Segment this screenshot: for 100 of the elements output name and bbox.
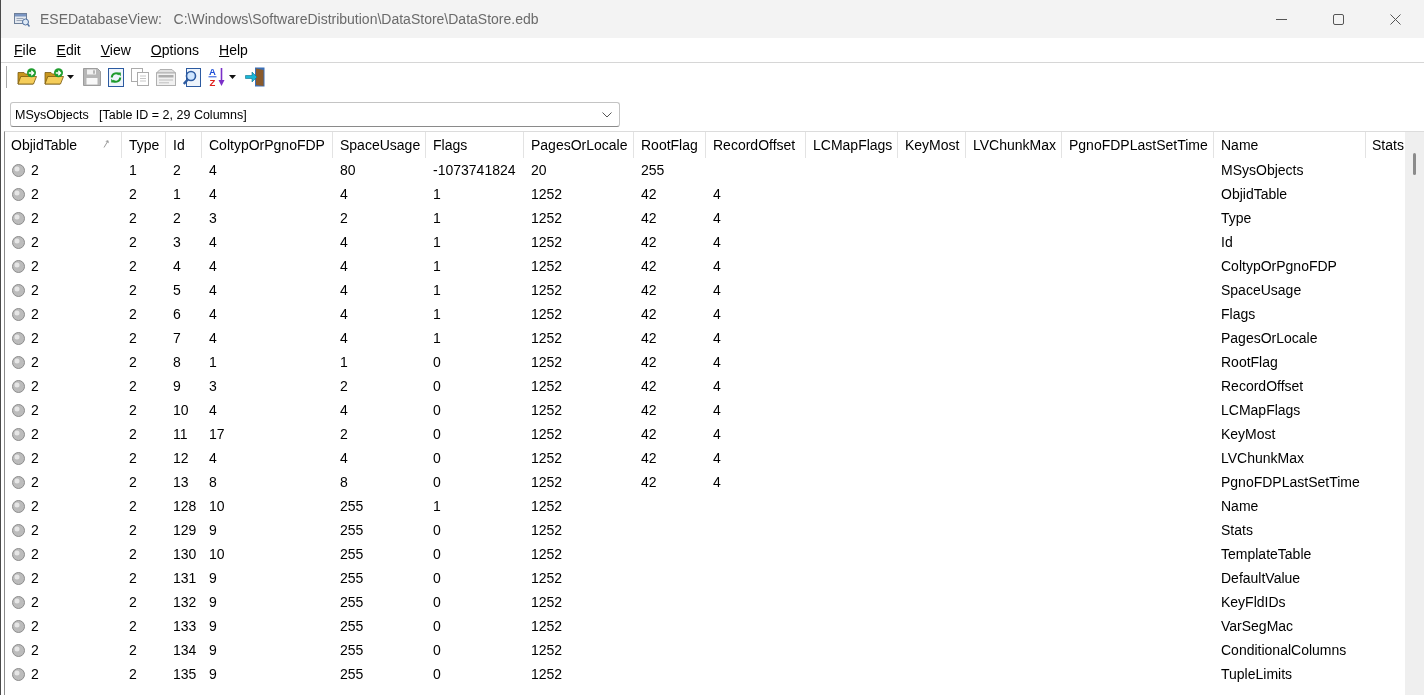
menu-item[interactable]: View	[90, 39, 141, 61]
column-header[interactable]: Stats	[1366, 132, 1405, 158]
table-cell-text: 2	[339, 377, 349, 396]
table-cell-text: 1	[432, 257, 442, 276]
scrollbar[interactable]	[1405, 132, 1424, 695]
maximize-icon	[1333, 13, 1344, 25]
table-cell-text: 2	[128, 569, 138, 588]
table-cell-text: 42	[640, 209, 658, 228]
column-header[interactable]: RecordOffset	[706, 132, 806, 158]
column-header[interactable]: Flags	[426, 132, 524, 158]
table-cell-text: 4	[339, 281, 349, 300]
minimize-icon	[1276, 18, 1287, 20]
menu-item[interactable]: Options	[140, 39, 210, 61]
table-cell-text: 0	[432, 641, 442, 660]
column-header[interactable]: LVChunkMax	[966, 132, 1062, 158]
table-cell-text: 6	[172, 305, 182, 324]
table-cell-text: 42	[640, 257, 658, 276]
card-icon	[156, 68, 176, 86]
column-header[interactable]: PgnoFDPLastSetTime	[1062, 132, 1214, 158]
table-cell-text: 0	[432, 569, 442, 588]
menu-item[interactable]: File	[4, 39, 47, 61]
column-header[interactable]: PagesOrLocale	[524, 132, 634, 158]
table-cell-text: 2	[128, 185, 138, 204]
table-cell-text: 2	[31, 593, 39, 612]
record-icon	[12, 331, 25, 345]
app-icon	[14, 11, 30, 27]
sort-arrow-icon	[103, 140, 109, 148]
column-header[interactable]: LCMapFlags	[806, 132, 898, 158]
chevron-icon	[602, 111, 612, 118]
table-cell-text: 2	[128, 617, 138, 636]
table-cell-text: 8	[172, 353, 182, 372]
column-header[interactable]: Type	[122, 132, 166, 158]
table-cell-text: 42	[640, 425, 658, 444]
folder-icon	[44, 68, 64, 86]
table-cell-text: 2	[31, 425, 39, 444]
table-cell-text: 2	[31, 641, 39, 660]
table-cell-text: 4	[208, 281, 218, 300]
caret-icon	[67, 75, 74, 79]
table-cell-text: 4	[208, 233, 218, 252]
table-cell-text: 255	[339, 569, 365, 588]
table-cell-text: 2	[128, 425, 138, 444]
table-cell-text: KeyFldIDs	[1220, 593, 1287, 612]
table-cell-text: 135	[172, 665, 198, 684]
table-cell-text: 42	[640, 281, 658, 300]
table-cell-text: 1252	[530, 497, 564, 516]
table-cell-text: 4	[172, 257, 182, 276]
table-cell-text: 2	[31, 545, 39, 564]
column-header[interactable]: Name	[1214, 132, 1366, 158]
table-cell-text: 2	[31, 281, 39, 300]
table-cell-text: 20	[530, 161, 548, 180]
table-cell-text: 4	[712, 473, 722, 492]
table-cell-text: Id	[1220, 233, 1234, 252]
table-cell-text: 2	[128, 329, 138, 348]
menu-item[interactable]: Edit	[46, 39, 91, 61]
column-header[interactable]: KeyMost	[898, 132, 966, 158]
record-icon	[12, 187, 25, 201]
table-cell-text: 2	[128, 593, 138, 612]
column-header[interactable]: ColtypOrPgnoFDP	[202, 132, 333, 158]
table-select[interactable]: MSysObjects [Table ID = 2, 29 Columns]	[10, 102, 620, 127]
table-cell-text: 2	[31, 305, 39, 324]
table-cell-text: 0	[432, 353, 442, 372]
table-cell-text: 255	[339, 617, 365, 636]
column-header[interactable]: ObjidTable	[5, 132, 122, 158]
table-cell-text: 1252	[530, 473, 564, 492]
table-cell-text: 2	[128, 545, 138, 564]
table-cell-text: 9	[172, 377, 182, 396]
table-cell-text: 2	[128, 305, 138, 324]
column-header[interactable]: SpaceUsage	[333, 132, 426, 158]
table-cell-text: 255	[339, 593, 365, 612]
table-cell-text: 1	[339, 353, 349, 372]
table-cell-text: 1252	[530, 305, 564, 324]
table-cell-text: 1252	[530, 521, 564, 540]
table-cell-text: 2	[31, 161, 39, 180]
toolbar-button[interactable]: A Z	[205, 64, 241, 90]
table-cell-text: LCMapFlags	[1220, 401, 1302, 420]
column-header[interactable]: RootFlag	[634, 132, 706, 158]
table-cell-text: 42	[640, 329, 658, 348]
table-cell-text: 2	[31, 257, 39, 276]
table-cell-text: -1073741824	[432, 161, 517, 180]
table-cell-text: 0	[432, 401, 442, 420]
table-cell-text: 2	[172, 209, 182, 228]
table-cell-text: ConditionalColumns	[1220, 641, 1348, 660]
table-cell-text: 2	[128, 377, 138, 396]
table-cell-text: 2	[128, 233, 138, 252]
table-cell-text: 4	[339, 329, 349, 348]
table-cell-text: 2	[128, 281, 138, 300]
scrollbar-thumb[interactable]	[1413, 153, 1416, 175]
table-cell-text: 128	[172, 497, 198, 516]
table-cell-text: 2	[128, 521, 138, 540]
table-cell-text: ColtypOrPgnoFDP	[1220, 257, 1338, 276]
table-cell-text: 2	[31, 449, 39, 468]
table-cell-text: 2	[128, 449, 138, 468]
record-icon	[12, 523, 25, 537]
menu-item[interactable]: Help	[209, 39, 258, 61]
table-cell-text: 42	[640, 233, 658, 252]
table-cell-text: 4	[339, 449, 349, 468]
column-header[interactable]: Id	[166, 132, 202, 158]
record-icon	[12, 667, 25, 681]
table-cell-text: Flags	[1220, 305, 1257, 324]
table-cell-text: 10	[208, 545, 226, 564]
